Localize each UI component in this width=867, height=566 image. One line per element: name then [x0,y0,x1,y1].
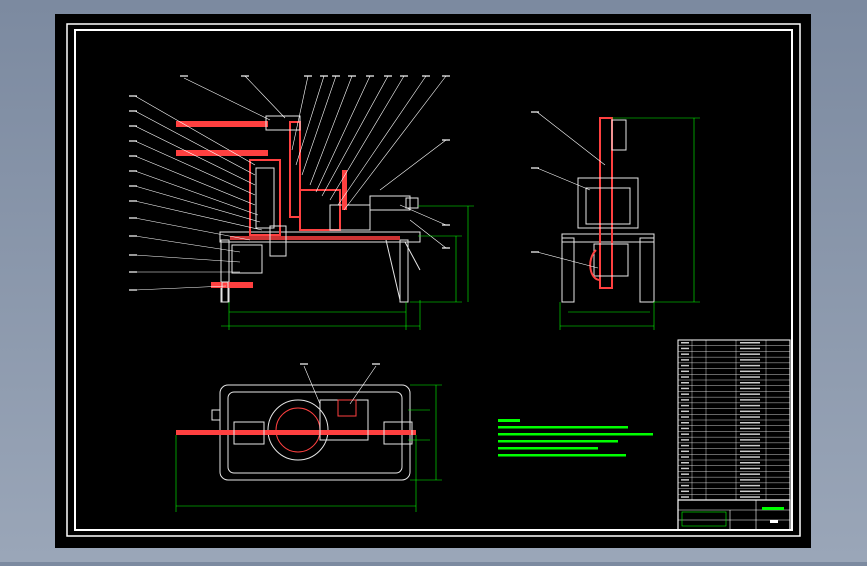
parts-list-cell-mark [740,456,760,458]
parts-list-cell-mark [740,399,760,401]
title-name-mark [762,507,784,510]
parts-list-cell-mark [740,353,760,355]
parts-list-cell-mark [740,439,760,441]
parts-list-cell-mark [740,376,760,378]
parts-list-cell-mark [681,433,689,435]
parts-list-cell-mark [681,422,689,424]
parts-list-cell-mark [681,444,689,447]
parts-list-cell-mark [740,473,760,475]
parts-list-cell-mark [681,439,689,441]
parts-list-cell-mark [681,387,689,390]
parts-list-cell-mark [681,479,689,481]
parts-list-cell-mark [681,484,689,487]
parts-list-cell-mark [681,359,689,361]
parts-list-cell-mark [740,490,760,493]
parts-list-cell-mark [740,422,760,424]
parts-list-cell-mark [681,404,689,407]
parts-list-cell-mark [740,410,760,413]
front-outlet [211,282,253,288]
parts-list-cell-mark [681,347,689,350]
front-table-plate [230,236,400,240]
parts-list-cell-mark [681,399,689,401]
parts-list-cell-mark [740,370,760,373]
parts-list-cell-mark [740,364,760,367]
parts-list-cell-mark [681,416,689,418]
parts-list-cell-mark [681,450,689,453]
parts-list-cell-mark [681,353,689,355]
parts-list-cell-mark [740,462,760,464]
parts-list-cell-mark [740,382,760,384]
parts-list-cell-mark [681,496,689,498]
drawing-viewport [0,0,867,562]
parts-list-cell-mark [681,342,689,344]
parts-list-cell-mark [681,364,689,367]
front-arm-upper [176,121,268,127]
drawing-sheet [55,14,811,548]
parts-list-cell-mark [681,410,689,413]
parts-list-cell-mark [740,416,760,418]
cad-drawing [55,14,811,548]
parts-list-cell-mark [681,427,689,430]
parts-list-cell-mark [681,473,689,475]
parts-list-cell-mark [681,462,689,464]
parts-list-cell-mark [740,359,760,361]
parts-list-cell-mark [740,479,760,481]
parts-list-cell-mark [740,433,760,435]
parts-list-cell-mark [681,376,689,378]
parts-list-cell-mark [740,393,760,395]
parts-list-cell-mark [740,427,760,430]
parts-list-cell-mark [740,342,760,344]
parts-list-cell-mark [681,393,689,395]
parts-list-cell-mark [681,456,689,458]
parts-list-cell-mark [740,404,760,407]
parts-list-cell-mark [681,490,689,493]
parts-list-cell-mark [740,484,760,487]
parts-list-cell-mark [740,496,760,498]
title-scale-mark [770,520,778,523]
parts-list-cell-mark [740,387,760,390]
parts-list-cell-mark [740,450,760,453]
parts-list-cell-mark [681,382,689,384]
parts-list-cell-mark [681,467,689,470]
top-shaft [176,430,416,435]
parts-list-cell-mark [681,370,689,373]
parts-list-cell-mark [740,444,760,447]
parts-list-cell-mark [740,347,760,350]
parts-list-cell-mark [740,467,760,470]
